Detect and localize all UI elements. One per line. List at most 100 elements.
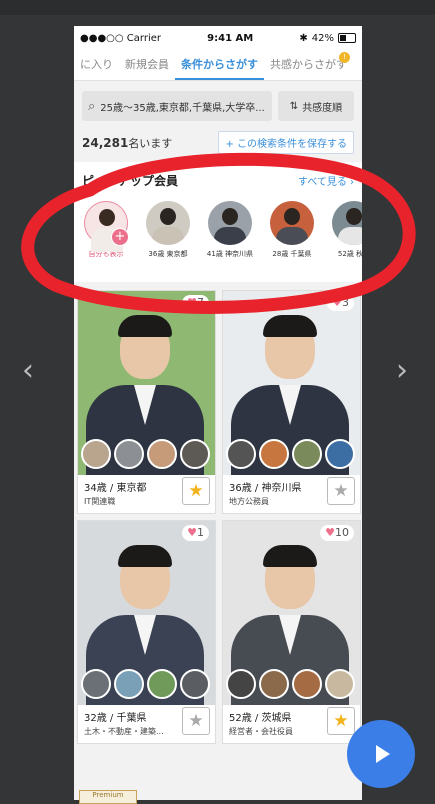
star-icon[interactable]: ★ [327,477,355,505]
star-icon[interactable]: ★ [182,707,210,735]
clock: 9:41 AM [207,32,254,44]
avatar-head [160,208,176,225]
window-top-bar [0,0,435,15]
thumbnail[interactable] [114,439,144,469]
thumbnail[interactable] [226,439,256,469]
like-number: 1 [197,526,204,539]
pickup-label: 41歳 神奈川県 [206,250,254,258]
search-conditions-field[interactable]: ⌕ 25歳〜35歳,東京都,千葉県,大学卒... [82,91,272,121]
search-conditions-text: 25歳〜35歳,東京都,千葉県,大学卒... [100,102,265,114]
member-photo: ♥3 [223,291,360,475]
thumbnail[interactable] [81,669,111,699]
result-row: 24,281名います + この検索条件を保存する [74,121,362,160]
pickup-label: 36歳 東京都 [148,250,188,258]
photo-thumbnails [81,439,210,469]
pickup-avatar-list: + 自分も表示 36歳 東京都 41歳 神奈川県 28歳 千葉県 52歳 秋田 [74,189,362,259]
premium-banner: Premium [79,790,137,804]
pickup-member-item[interactable]: 41歳 神奈川県 [206,201,254,259]
avatar-head [222,208,238,225]
like-number: 7 [197,296,204,309]
pickup-member-item[interactable]: 52歳 秋田 [330,201,362,259]
status-right: ✱ 42% [299,33,356,44]
photo-thumbnails [226,439,355,469]
carrier-label: ●●●○○ Carrier [80,32,162,44]
member-photo: ♥1 [78,521,215,705]
pickup-label: 28歳 千葉県 [272,250,312,258]
sort-icon: ⇅ [289,100,299,112]
like-count: ♥3 [327,295,354,311]
pickup-self-item[interactable]: + 自分も表示 [82,201,130,259]
heart-icon: ♥ [325,526,335,539]
pickup-member-item[interactable]: 36歳 東京都 [144,201,192,259]
member-card[interactable]: ♥7 34歳 / 東京都 IT関連職 ★ [77,290,216,514]
thumbnail[interactable] [325,669,355,699]
thumbnail[interactable] [292,669,322,699]
thumbnail[interactable] [325,439,355,469]
search-row: ⌕ 25歳〜35歳,東京都,千葉県,大学卒... ⇅ 共感度順 [74,81,362,121]
play-button[interactable] [347,720,415,788]
battery-icon [338,33,356,43]
thumbnail[interactable] [259,669,289,699]
see-all-link[interactable]: すべて見る › [298,173,354,188]
phone-screen: ●●●○○ Carrier 9:41 AM ✱ 42% に入り 新規会員 条件か… [74,26,362,800]
photo-thumbnails [81,669,210,699]
heart-icon: ♥ [332,296,342,309]
sort-button[interactable]: ⇅ 共感度順 [278,91,354,121]
search-icon: ⌕ [88,98,96,114]
photo-hair [118,315,172,337]
pickup-label: 52歳 秋田 [337,250,362,258]
tab-search-by-conditions[interactable]: 条件からさがす [175,56,264,80]
avatar-body [214,227,246,245]
like-count: ♥10 [320,525,354,541]
photo-thumbnails [226,669,355,699]
thumbnail[interactable] [259,439,289,469]
avatar-head [284,208,300,225]
thumbnail[interactable] [81,439,111,469]
star-icon[interactable]: ★ [327,707,355,735]
thumbnail[interactable] [147,439,177,469]
photo-hair [118,545,172,567]
avatar-body [152,227,184,245]
plus-icon: + [111,228,129,246]
play-icon [376,745,390,763]
thumbnail[interactable] [114,669,144,699]
like-count: ♥7 [182,295,209,311]
tab-new-members[interactable]: 新規会員 [119,56,175,80]
thumbnail[interactable] [226,669,256,699]
result-count-suffix: 名います [128,136,173,150]
thumbnail[interactable] [292,439,322,469]
tab-favorites[interactable]: に入り [74,56,119,80]
avatar [146,201,190,245]
like-number: 3 [342,296,349,309]
chevron-right-icon[interactable]: › [396,356,408,386]
star-icon[interactable]: ★ [182,477,210,505]
heart-icon: ♥ [187,296,197,309]
avatar-body [276,227,308,245]
thumbnail[interactable] [147,669,177,699]
photo-hair [263,545,317,567]
member-photo: ♥10 [223,521,360,705]
avatar [208,201,252,245]
avatar-head [99,209,115,226]
chevron-left-icon[interactable]: ‹ [22,356,34,386]
avatar [332,201,362,245]
member-card[interactable]: ♥10 52歳 / 茨城県 経営者・会社役員 ★ [222,520,361,744]
avatar-body [338,227,362,245]
member-card[interactable]: ♥3 36歳 / 神奈川県 地方公務員 ★ [222,290,361,514]
thumbnail[interactable] [180,669,210,699]
photo-hair [263,315,317,337]
save-search-button[interactable]: + この検索条件を保存する [218,131,354,154]
like-number: 10 [335,526,349,539]
avatar [270,201,314,245]
status-bar: ●●●○○ Carrier 9:41 AM ✱ 42% [74,26,362,50]
member-card-grid: ♥7 34歳 / 東京都 IT関連職 ★ ♥3 36歳 / 神奈川県 地方公務員 ★… [74,282,362,752]
result-count-number: 24,281 [82,135,129,150]
bluetooth-icon: ✱ [299,32,308,44]
sort-label: 共感度順 [302,102,343,114]
pickup-member-item[interactable]: 28歳 千葉県 [268,201,316,259]
thumbnail[interactable] [180,439,210,469]
member-card[interactable]: ♥1 32歳 / 千葉県 土木・不動産・建築... ★ [77,520,216,744]
avatar-head [346,208,362,225]
member-photo: ♥7 [78,291,215,475]
like-count: ♥1 [182,525,209,541]
